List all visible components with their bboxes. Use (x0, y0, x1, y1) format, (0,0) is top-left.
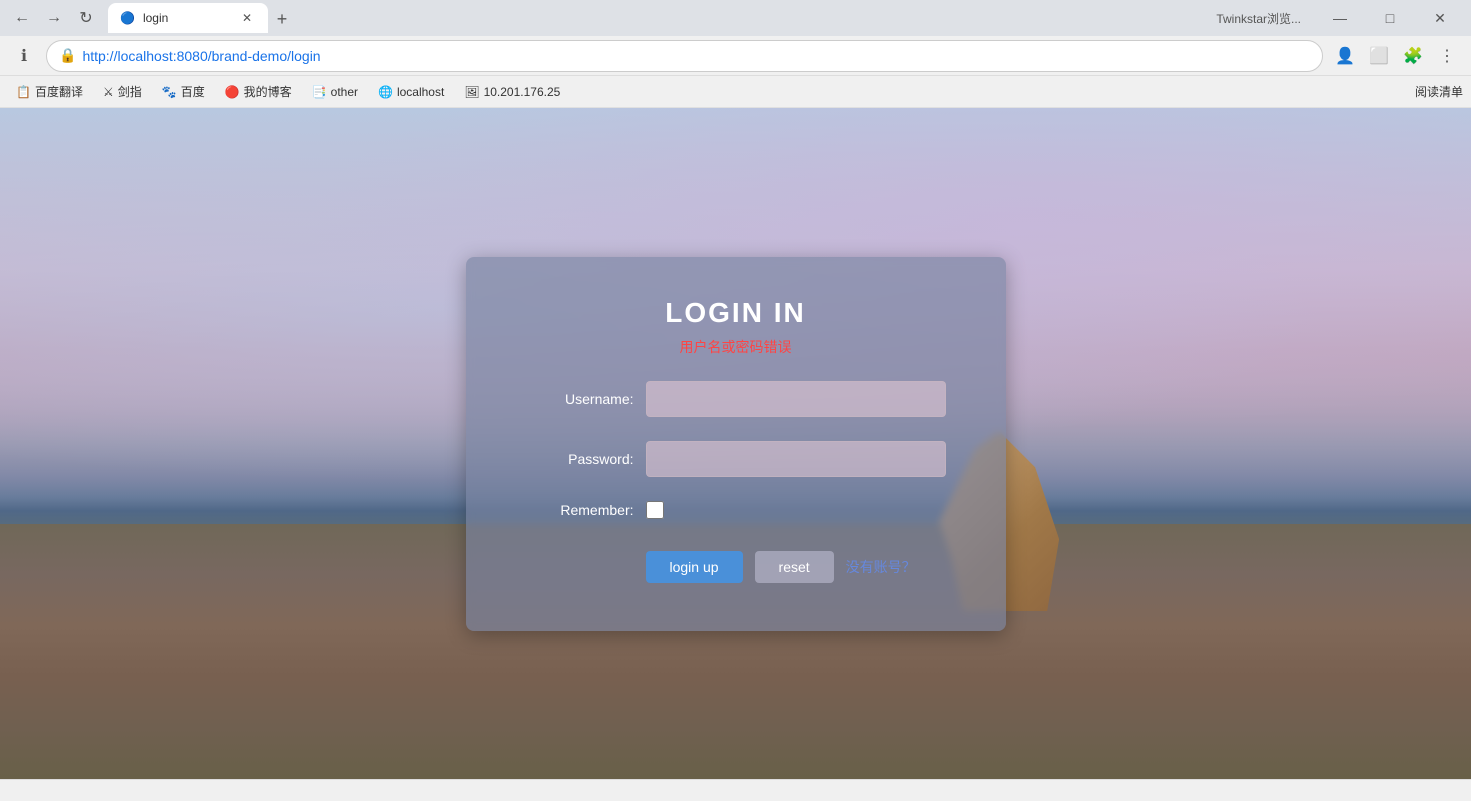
remember-checkbox[interactable] (646, 501, 664, 519)
login-title: LOGIN IN (526, 297, 946, 329)
maximize-button[interactable]: □ (1367, 0, 1413, 36)
window-controls: — □ ✕ (1317, 0, 1463, 36)
address-input[interactable] (82, 48, 1310, 64)
remember-label: Remember: (526, 502, 646, 518)
address-bar-row: ℹ 🔒 👤 ⬜ 🧩 ⋮ (0, 36, 1471, 76)
bookmark-myblog-label: 我的博客 (244, 83, 292, 100)
myblog-icon: 🔴 (225, 85, 240, 99)
ip-icon: 🖼 (464, 85, 479, 99)
buttons-row: login up reset 没有账号？ (526, 551, 946, 583)
browser-frame: ← → ↻ 🔵 login ✕ + Twinkstar浏览... — □ ✕ ℹ… (0, 0, 1471, 801)
other-icon: 📑 (312, 85, 327, 99)
back-button[interactable]: ← (8, 4, 36, 32)
tab-favicon: 🔵 (120, 11, 135, 25)
bookmark-jianzhuan-label: 剑指 (118, 83, 142, 100)
baidu-translate-icon: 📋 (16, 85, 31, 99)
jianzhuan-icon: ⚔ (103, 85, 114, 99)
remember-row: Remember: (526, 501, 946, 519)
bookmark-jianzhuan[interactable]: ⚔ 剑指 (95, 81, 150, 102)
localhost-icon: 🌐 (378, 85, 393, 99)
nav-buttons: ← → ↻ (8, 4, 100, 32)
title-bar: ← → ↻ 🔵 login ✕ + Twinkstar浏览... — □ ✕ (0, 0, 1471, 36)
close-button[interactable]: ✕ (1417, 0, 1463, 36)
active-tab[interactable]: 🔵 login ✕ (108, 3, 268, 33)
bookmark-myblog[interactable]: 🔴 我的博客 (217, 81, 300, 102)
reading-list-label[interactable]: 阅读清单 (1415, 83, 1463, 100)
menu-button[interactable]: ⋮ (1431, 40, 1463, 72)
bookmark-baidu-translate[interactable]: 📋 百度翻译 (8, 81, 91, 102)
bookmark-localhost[interactable]: 🌐 localhost (370, 83, 452, 101)
new-tab-button[interactable]: + (268, 5, 296, 33)
bookmark-localhost-label: localhost (397, 85, 444, 99)
login-error-message: 用户名或密码错误 (526, 337, 946, 357)
profile-button[interactable]: 👤 (1329, 40, 1361, 72)
login-button[interactable]: login up (646, 551, 743, 583)
tab-close-button[interactable]: ✕ (238, 9, 256, 27)
refresh-button[interactable]: ↻ (72, 4, 100, 32)
password-row: Password: (526, 441, 946, 477)
info-button[interactable]: ℹ (8, 40, 40, 72)
bookmark-other[interactable]: 📑 other (304, 83, 366, 101)
bookmarks-bar: 📋 百度翻译 ⚔ 剑指 🐾 百度 🔴 我的博客 📑 other 🌐 localh… (0, 76, 1471, 108)
bookmarks-right: 阅读清单 (1415, 83, 1463, 100)
reset-button[interactable]: reset (755, 551, 834, 583)
address-bar-nav: ℹ (8, 40, 40, 72)
toolbar-icons: 👤 ⬜ 🧩 ⋮ (1329, 40, 1463, 72)
bookmark-baidu[interactable]: 🐾 百度 (154, 81, 213, 102)
bookmark-baidu-label: 百度 (181, 83, 205, 100)
username-label: Username: (526, 391, 646, 407)
tab-label: login (143, 11, 168, 25)
login-card: LOGIN IN 用户名或密码错误 Username: Password: Re… (466, 257, 1006, 631)
password-input[interactable] (646, 441, 946, 477)
username-row: Username: (526, 381, 946, 417)
bookmark-ip-label: 10.201.176.25 (484, 85, 561, 99)
username-input[interactable] (646, 381, 946, 417)
bookmark-other-label: other (331, 85, 358, 99)
address-input-wrap[interactable]: 🔒 (46, 40, 1323, 72)
tabs-bar: 🔵 login ✕ + (108, 3, 1200, 33)
page-content: LOGIN IN 用户名或密码错误 Username: Password: Re… (0, 108, 1471, 779)
lock-icon: 🔒 (59, 47, 76, 64)
status-bar (0, 779, 1471, 801)
extensions-button[interactable]: 🧩 (1397, 40, 1429, 72)
forward-button[interactable]: → (40, 4, 68, 32)
twinkstar-label: Twinkstar浏览... (1208, 10, 1309, 27)
bookmark-ip[interactable]: 🖼 10.201.176.25 (456, 83, 568, 101)
bookmark-baidu-translate-label: 百度翻译 (35, 83, 83, 100)
password-label: Password: (526, 451, 646, 467)
register-link[interactable]: 没有账号？ (846, 557, 916, 577)
screenshot-button[interactable]: ⬜ (1363, 40, 1395, 72)
minimize-button[interactable]: — (1317, 0, 1363, 36)
baidu-icon: 🐾 (162, 85, 177, 99)
